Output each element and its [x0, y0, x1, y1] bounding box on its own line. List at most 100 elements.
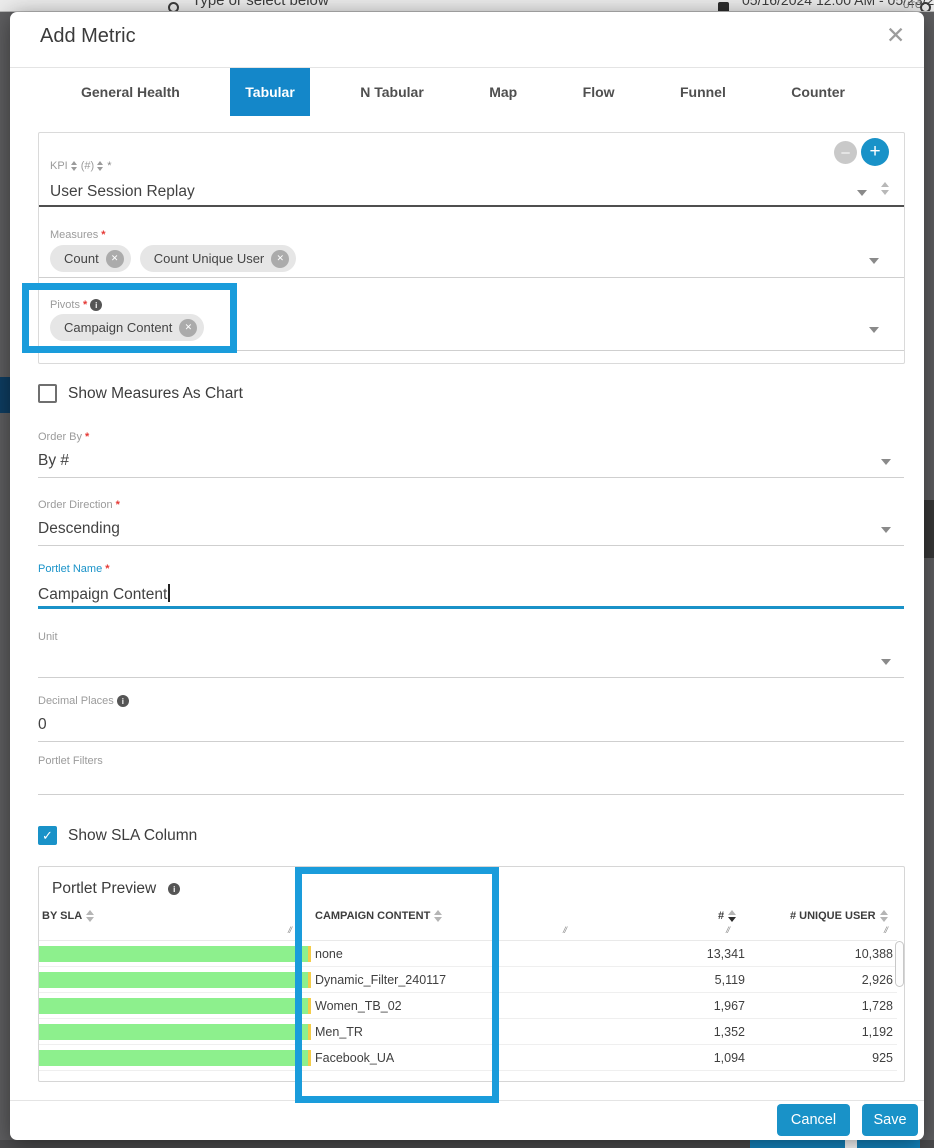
info-icon[interactable]: i [117, 695, 129, 707]
portlet-name-label: Portlet Name* [38, 563, 109, 575]
pivots-chips: Campaign Content ✕ [50, 314, 204, 341]
unique-user-cell: 925 [745, 1045, 893, 1071]
column-resize-handle[interactable]: // [288, 925, 291, 935]
sort-icon [86, 910, 94, 922]
count-cell: 13,341 [599, 941, 745, 967]
show-sla-column-label[interactable]: Show SLA Column [68, 827, 197, 845]
chip-label: Count Unique User [154, 251, 265, 266]
preview-table-rows: none 13,341 10,388 Dynamic_Filter_240117… [39, 940, 897, 1071]
background-save-button-fragment [857, 1140, 920, 1148]
save-button[interactable]: Save [862, 1104, 918, 1136]
decimal-places-label: Decimal Placesi [38, 695, 129, 707]
table-row: Dynamic_Filter_240117 5,119 2,926 [39, 967, 897, 993]
pivot-chip[interactable]: Campaign Content ✕ [50, 314, 204, 341]
campaign-content-cell: Women_TB_02 [315, 993, 402, 1019]
plus-icon: + [869, 141, 880, 163]
chevron-down-icon[interactable] [869, 327, 879, 333]
chevron-down-icon[interactable] [881, 527, 891, 533]
close-icon[interactable]: ✕ [886, 24, 905, 47]
cancel-button[interactable]: Cancel [777, 1104, 850, 1136]
sla-bar [39, 972, 311, 988]
decimal-places-input[interactable]: 0 [38, 716, 47, 734]
required-mark: * [83, 299, 87, 311]
column-header-campaign-content[interactable]: CAMPAIGN CONTENT [315, 910, 442, 922]
tab-label: Flow [583, 84, 615, 100]
chevron-down-icon[interactable] [881, 659, 891, 665]
info-icon[interactable]: i [90, 299, 102, 311]
measure-chip[interactable]: Count Unique User ✕ [140, 245, 297, 272]
background-cancel-button-fragment [750, 1140, 845, 1148]
background-type-select-text: Type or select below [192, 0, 329, 9]
tab[interactable]: Funnel [665, 68, 741, 116]
show-sla-column-checkbox[interactable]: ✓ [38, 826, 57, 845]
sla-bar [39, 1050, 311, 1066]
order-by-select[interactable]: By # [38, 452, 69, 470]
chip-label: Campaign Content [64, 320, 172, 335]
unit-label: Unit [38, 631, 58, 643]
campaign-content-cell: none [315, 941, 343, 967]
order-by-label: Order By* [38, 431, 89, 443]
measures-underline [39, 277, 904, 278]
sort-icon [880, 910, 888, 922]
calendar-icon [718, 2, 729, 12]
sla-bar [39, 998, 311, 1014]
info-icon[interactable]: i [168, 883, 180, 895]
tab[interactable]: N Tabular [345, 68, 439, 116]
search-icon [168, 2, 179, 12]
text-cursor [168, 584, 170, 602]
kpi-spinner[interactable] [881, 182, 889, 195]
measures-label: Measures* [50, 229, 106, 241]
tab[interactable]: Flow [568, 68, 630, 116]
count-cell: 1,352 [599, 1019, 745, 1045]
portlet-preview-title: Portlet Previewi [52, 880, 180, 898]
required-mark: * [85, 431, 89, 443]
tab-label: N Tabular [360, 84, 424, 100]
order-direction-select[interactable]: Descending [38, 520, 120, 538]
remove-chip-icon[interactable]: ✕ [179, 319, 197, 337]
campaign-content-cell: Facebook_UA [315, 1045, 394, 1071]
portlet-filters-label: Portlet Filters [38, 755, 103, 767]
chevron-down-icon[interactable] [869, 258, 879, 264]
show-measures-as-chart-checkbox[interactable]: ✓ [38, 384, 57, 403]
table-row: Facebook_UA 1,094 925 [39, 1045, 897, 1071]
show-measures-as-chart-label[interactable]: Show Measures As Chart [68, 385, 243, 403]
decimal-places-underline [38, 741, 904, 742]
column-resize-handle[interactable]: // [726, 925, 729, 935]
background-fragment [845, 1140, 857, 1148]
tab-label: Map [489, 84, 517, 100]
unique-user-cell: 1,728 [745, 993, 893, 1019]
remove-chip-icon[interactable]: ✕ [271, 250, 289, 268]
column-resize-handle[interactable]: // [563, 925, 566, 935]
order-by-underline [38, 477, 904, 478]
campaign-content-cell: Men_TR [315, 1019, 363, 1045]
table-row: none 13,341 10,388 [39, 941, 897, 967]
unique-user-cell: 10,388 [745, 941, 893, 967]
column-header-by-sla[interactable]: BY SLA [42, 910, 94, 922]
column-header-count[interactable]: # [718, 910, 736, 922]
kpi-label: KPI(#)* [50, 160, 111, 172]
tab[interactable]: Tabular [230, 68, 310, 116]
chevron-down-icon[interactable] [881, 459, 891, 465]
tab[interactable]: General Health [66, 68, 195, 116]
table-scrollbar[interactable] [895, 941, 904, 987]
tab[interactable]: Map [474, 68, 532, 116]
remove-kpi-button[interactable]: – [834, 141, 857, 164]
campaign-content-cell: Dynamic_Filter_240117 [315, 967, 446, 993]
add-kpi-button[interactable]: + [861, 138, 889, 166]
chip-label: Count [64, 251, 99, 266]
column-resize-handle[interactable]: // [884, 925, 887, 935]
table-row: Men_TR 1,352 1,192 [39, 1019, 897, 1045]
unique-user-cell: 1,192 [745, 1019, 893, 1045]
tab[interactable]: Counter [776, 68, 860, 116]
tab-label: Counter [791, 84, 845, 100]
measure-chip[interactable]: Count ✕ [50, 245, 131, 272]
portlet-name-input[interactable]: Campaign Content [38, 584, 170, 604]
background-page-top: Type or select below 05/16/2024 12:00 AM… [0, 0, 934, 12]
column-header-unique-user[interactable]: # UNIQUE USER [790, 910, 888, 922]
chevron-down-icon[interactable] [857, 190, 867, 196]
kpi-select[interactable]: User Session Replay [50, 183, 195, 201]
portlet-filters-underline [38, 794, 904, 795]
background-page-bottom [0, 1140, 934, 1148]
minus-icon: – [841, 144, 849, 161]
remove-chip-icon[interactable]: ✕ [106, 250, 124, 268]
